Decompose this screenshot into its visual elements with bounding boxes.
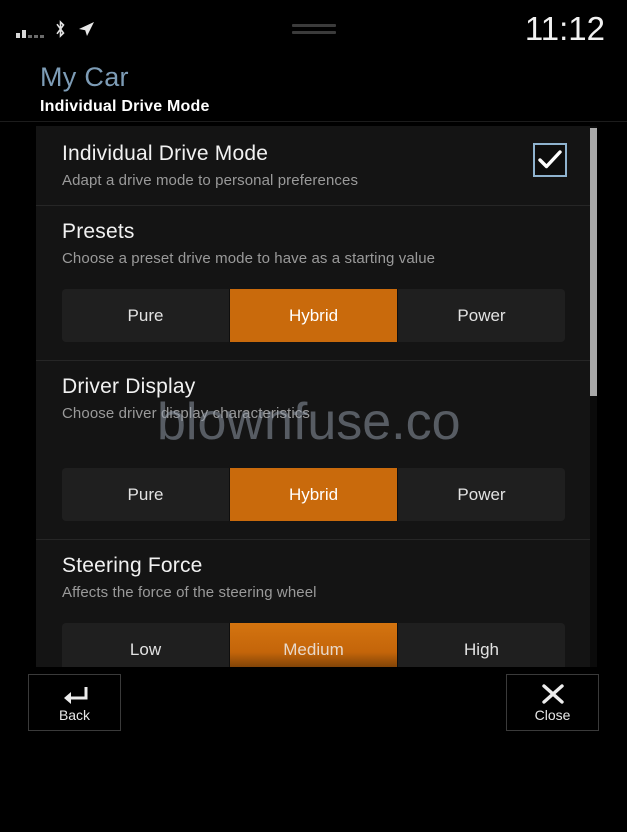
segment-driver-display-power[interactable]: Power — [398, 468, 565, 521]
status-bar: 11:12 — [0, 0, 627, 54]
segmented-control-driver-display: Pure Hybrid Power — [62, 468, 565, 521]
drag-handle-icon[interactable] — [291, 24, 336, 34]
row-subtitle: Affects the force of the steering wheel — [62, 584, 317, 601]
segment-steering-force-low[interactable]: Low — [62, 623, 230, 667]
segment-steering-force-medium[interactable]: Medium — [230, 623, 398, 667]
segment-driver-display-hybrid[interactable]: Hybrid — [230, 468, 398, 521]
page-header: My Car Individual Drive Mode — [0, 54, 627, 122]
bluetooth-icon — [54, 20, 67, 43]
row-subtitle: Adapt a drive mode to personal preferenc… — [62, 172, 359, 189]
back-button[interactable]: Back — [28, 674, 121, 731]
settings-list: Individual Drive Mode Adapt a drive mode… — [36, 126, 591, 667]
close-x-icon — [541, 683, 564, 704]
row-title: Steering Force — [62, 554, 203, 577]
header-divider — [0, 121, 627, 122]
row-individual-drive-mode[interactable]: Individual Drive Mode Adapt a drive mode… — [36, 126, 591, 205]
app-title[interactable]: My Car — [40, 62, 129, 93]
individual-drive-mode-checkbox[interactable] — [533, 143, 567, 177]
segment-steering-force-high[interactable]: High — [398, 623, 565, 667]
status-icon-group — [16, 20, 95, 43]
segmented-control-presets: Pure Hybrid Power — [62, 289, 565, 342]
scrollbar-thumb[interactable] — [590, 128, 597, 396]
checkmark-icon — [538, 150, 562, 169]
segment-presets-pure[interactable]: Pure — [62, 289, 230, 342]
navigation-arrow-icon — [77, 20, 95, 43]
back-button-label: Back — [58, 706, 91, 723]
row-steering-force: Steering Force Affects the force of the … — [36, 539, 591, 667]
segment-presets-power[interactable]: Power — [398, 289, 565, 342]
row-subtitle: Choose driver display characteristics — [62, 405, 310, 422]
infotainment-screen: 11:12 My Car Individual Drive Mode Indiv… — [0, 0, 627, 832]
row-title: Presets — [62, 220, 135, 243]
close-button-label: Close — [534, 706, 571, 723]
row-title: Driver Display — [62, 375, 196, 398]
row-presets: Presets Choose a preset drive mode to ha… — [36, 205, 591, 342]
climate-bar: 22°C — [0, 735, 627, 832]
row-driver-display: Driver Display Choose driver display cha… — [36, 360, 591, 521]
row-title: Individual Drive Mode — [62, 142, 269, 165]
close-button[interactable]: Close — [506, 674, 599, 731]
signal-bars-icon — [16, 26, 44, 38]
back-arrow-icon — [63, 686, 87, 704]
segmented-control-steering-force: Low Medium High — [62, 623, 565, 667]
page-title: Individual Drive Mode — [40, 98, 210, 115]
segment-driver-display-pure[interactable]: Pure — [62, 468, 230, 521]
row-subtitle: Choose a preset drive mode to have as a … — [62, 250, 436, 267]
segment-presets-hybrid[interactable]: Hybrid — [230, 289, 398, 342]
status-clock: 11:12 — [524, 10, 605, 47]
